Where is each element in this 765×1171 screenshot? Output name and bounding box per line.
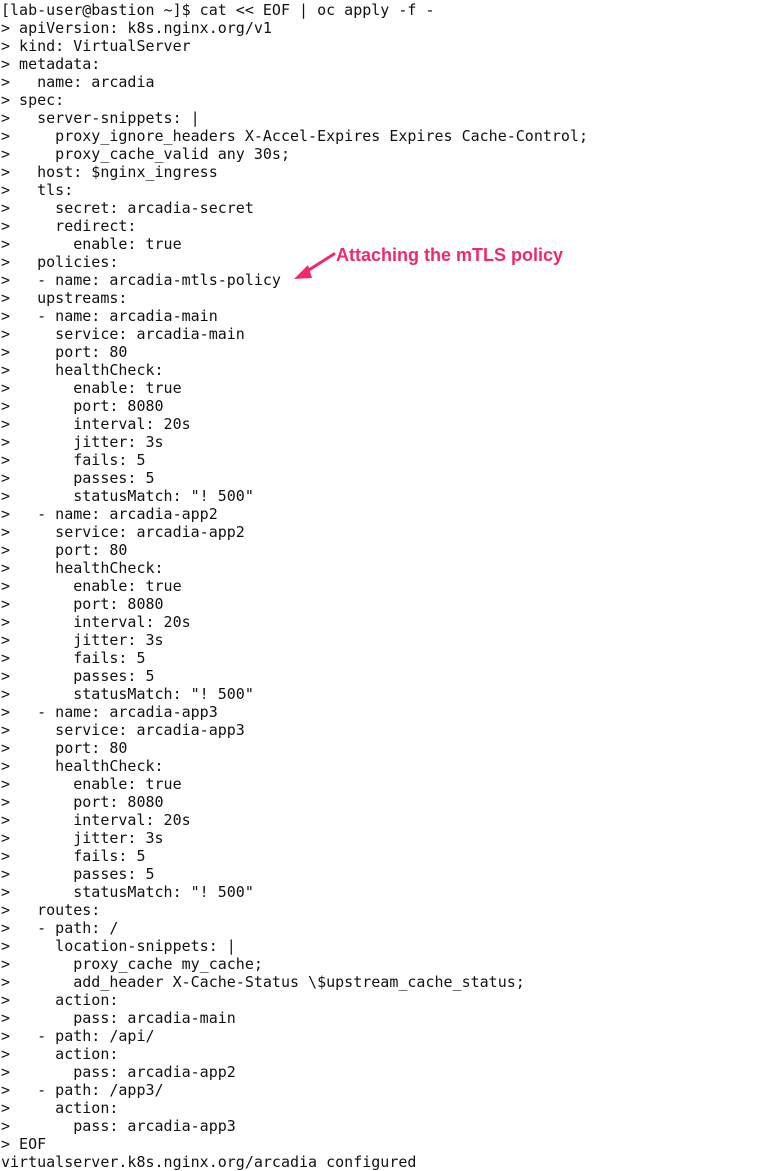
terminal-line: > proxy_cache my_cache; [1,955,263,973]
terminal-line: > port: 8080 [1,793,164,811]
terminal-line: > passes: 5 [1,469,155,487]
terminal-line: > - path: /api/ [1,1027,155,1045]
terminal-line: > statusMatch: "! 500" [1,883,254,901]
terminal-line: > proxy_ignore_headers X-Accel-Expires E… [1,127,588,145]
terminal-line: > apiVersion: k8s.nginx.org/v1 [1,19,272,37]
terminal-line: > tls: [1,181,74,199]
terminal-line: > add_header X-Cache-Status \$upstream_c… [1,973,525,991]
terminal-line: > healthCheck: [1,361,164,379]
terminal-line: > server-snippets: | [1,109,200,127]
terminal-line: > - name: arcadia-main [1,307,218,325]
terminal-line: virtualserver.k8s.nginx.org/arcadia conf… [1,1153,417,1171]
terminal-line: > fails: 5 [1,847,146,865]
terminal-line: > port: 80 [1,343,128,361]
terminal-line: > proxy_cache_valid any 30s; [1,145,290,163]
terminal-line: > - path: / [1,919,119,937]
annotation-label: Attaching the mTLS policy [336,245,564,265]
terminal-line: > pass: arcadia-app3 [1,1117,236,1135]
terminal-line: > upstreams: [1,289,128,307]
terminal-line: > action: [1,1045,119,1063]
terminal-line: > enable: true [1,379,182,397]
terminal-line: > - name: arcadia-app3 [1,703,218,721]
terminal-line: > passes: 5 [1,865,155,883]
terminal-line: > port: 8080 [1,595,164,613]
terminal-line: > enable: true [1,775,182,793]
terminal-line: > metadata: [1,55,101,73]
terminal-line: > - name: arcadia-app2 [1,505,218,523]
terminal-line: > port: 80 [1,541,128,559]
terminal-line: > action: [1,1099,119,1117]
terminal-line: > secret: arcadia-secret [1,199,254,217]
terminal-line: > pass: arcadia-main [1,1009,236,1027]
terminal-line: [lab-user@bastion ~]$ cat << EOF | oc ap… [1,1,435,19]
terminal-line: > routes: [1,901,101,919]
terminal-line: > statusMatch: "! 500" [1,685,254,703]
terminal-line: > enable: true [1,235,182,253]
terminal-line: > name: arcadia [1,73,155,91]
terminal-line: > fails: 5 [1,649,146,667]
terminal-line: > healthCheck: [1,559,164,577]
terminal-line: > spec: [1,91,65,109]
terminal-line: > - path: /app3/ [1,1081,164,1099]
terminal-line: > interval: 20s [1,811,191,829]
terminal-line: > location-snippets: | [1,937,236,955]
terminal-line: > pass: arcadia-app2 [1,1063,236,1081]
terminal-line: > statusMatch: "! 500" [1,487,254,505]
terminal-line: > fails: 5 [1,451,146,469]
terminal-line: > kind: VirtualServer [1,37,191,55]
terminal-line: > jitter: 3s [1,829,164,847]
terminal-line: > port: 80 [1,739,128,757]
terminal-line: > service: arcadia-app2 [1,523,245,541]
terminal-line: > host: $nginx_ingress [1,163,218,181]
terminal-line: > enable: true [1,577,182,595]
terminal-line: > action: [1,991,119,1009]
terminal-line: > policies: [1,253,119,271]
terminal-line: > interval: 20s [1,613,191,631]
terminal-output: [lab-user@bastion ~]$ cat << EOF | oc ap… [0,0,765,1171]
terminal-line: > - name: arcadia-mtls-policy [1,271,281,289]
terminal-line: > interval: 20s [1,415,191,433]
terminal-line: > passes: 5 [1,667,155,685]
terminal-line: > port: 8080 [1,397,164,415]
arrow-icon [294,252,336,279]
terminal-line: > EOF [1,1135,47,1153]
terminal-line: > service: arcadia-main [1,325,245,343]
terminal-line: > service: arcadia-app3 [1,721,245,739]
terminal-line: > jitter: 3s [1,631,164,649]
terminal-line: > jitter: 3s [1,433,164,451]
terminal-line: > healthCheck: [1,757,164,775]
terminal-line: > redirect: [1,217,137,235]
